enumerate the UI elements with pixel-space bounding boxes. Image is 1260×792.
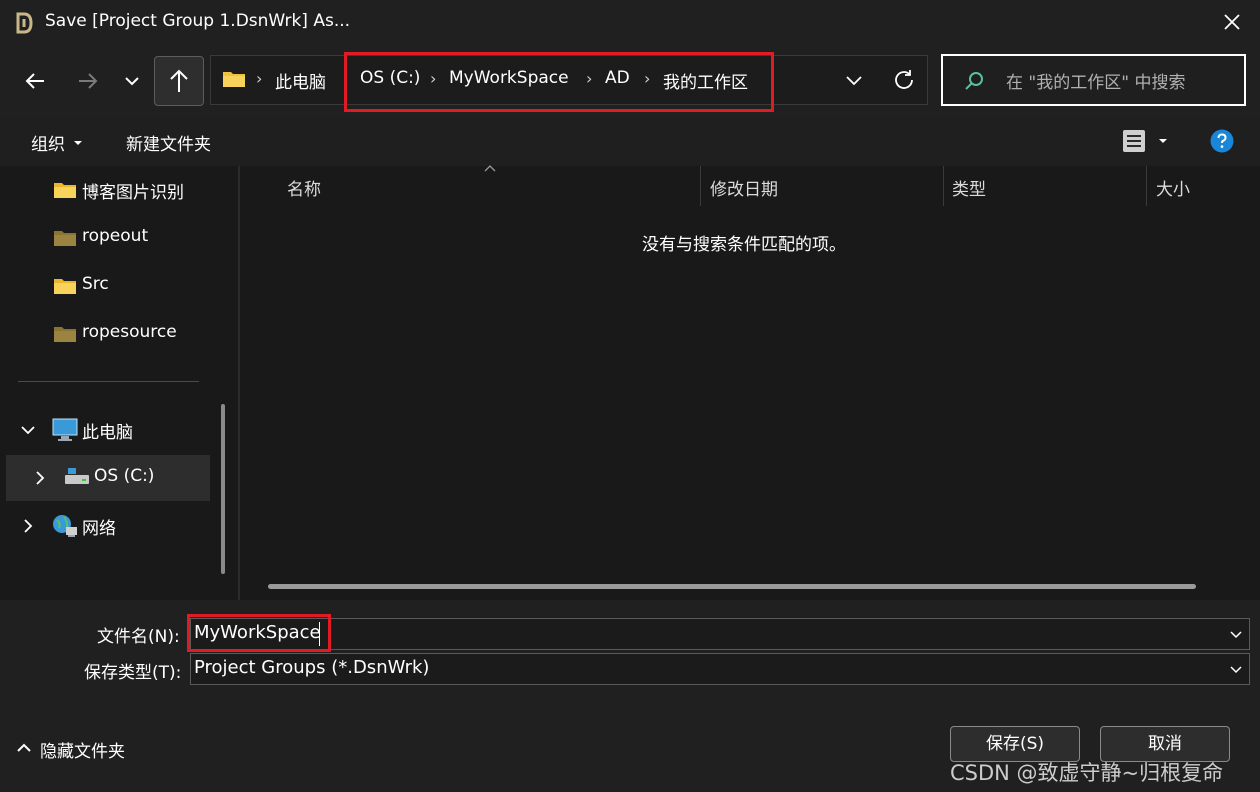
horizontal-scrollbar[interactable] [268, 584, 1196, 589]
column-header-type[interactable]: 类型 [952, 175, 986, 200]
search-placeholder: 在 "我的工作区" 中搜索 [1006, 73, 1186, 93]
view-options-button[interactable] [1121, 128, 1171, 154]
breadcrumb-separator-icon: › [256, 69, 263, 88]
sidebar-item-blog-images[interactable]: 博客图片识别 [82, 178, 184, 203]
filetype-label: 保存类型(T): [84, 663, 182, 683]
up-button[interactable] [154, 56, 204, 106]
column-header-size[interactable]: 大小 [1156, 175, 1190, 200]
empty-results-message: 没有与搜索条件匹配的项。 [642, 235, 846, 255]
chevron-right-icon [24, 519, 33, 533]
filename-input[interactable] [190, 618, 1250, 650]
refresh-button[interactable] [891, 67, 917, 93]
expand-this-pc-toggle[interactable] [18, 420, 38, 440]
network-icon [52, 514, 78, 538]
filetype-value: Project Groups (*.DsnWrk) [194, 657, 430, 678]
sidebar-item-ropeout[interactable]: ropeout [82, 226, 148, 246]
forward-button[interactable] [73, 66, 103, 96]
chevron-down-icon [125, 77, 139, 86]
close-window-button[interactable] [1216, 8, 1248, 38]
new-folder-button[interactable]: 新建文件夹 [126, 130, 211, 155]
column-separator[interactable] [700, 166, 701, 206]
filename-label: 文件名(N): [97, 627, 180, 647]
arrow-up-icon [170, 69, 188, 92]
sidebar-scrollbar[interactable] [221, 404, 225, 574]
chevron-down-icon [21, 426, 35, 435]
pane-splitter[interactable] [238, 166, 240, 600]
expand-network-toggle[interactable] [18, 516, 38, 536]
arrow-left-icon [25, 73, 44, 89]
drive-icon [64, 466, 90, 486]
sidebar-item-network[interactable]: 网络 [82, 514, 116, 539]
sidebar-item-drive-c[interactable]: OS (C:) [94, 466, 154, 486]
column-separator[interactable] [1146, 166, 1147, 206]
arrow-right-icon [79, 73, 98, 89]
folder-icon [53, 276, 77, 296]
sidebar-divider [18, 381, 199, 382]
chevron-down-icon [1230, 666, 1242, 674]
computer-icon [52, 418, 78, 442]
hide-folders-toggle[interactable]: 隐藏文件夹 [40, 737, 125, 762]
help-button[interactable] [1210, 129, 1234, 153]
path-highlight-box [344, 52, 774, 112]
chevron-up-icon [14, 740, 34, 756]
help-icon [1210, 129, 1234, 153]
address-history-button[interactable] [842, 68, 866, 94]
list-view-icon [1123, 130, 1167, 152]
chevron-right-icon [36, 471, 45, 485]
sidebar-item-ropesource[interactable]: ropesource [82, 322, 177, 342]
column-header-name[interactable]: 名称 [287, 175, 321, 200]
recent-locations-button[interactable] [120, 66, 144, 96]
search-icon [962, 69, 986, 93]
app-icon [14, 12, 34, 34]
window-title: Save [Project Group 1.DsnWrk] As... [45, 11, 351, 31]
folder-icon [53, 180, 77, 200]
filename-dropdown-button[interactable] [1226, 624, 1246, 644]
refresh-icon [895, 70, 913, 89]
chevron-down-icon [846, 76, 862, 86]
expand-drive-toggle[interactable] [30, 468, 50, 488]
folder-icon [222, 69, 246, 89]
column-header-date[interactable]: 修改日期 [710, 175, 778, 200]
column-separator[interactable] [943, 166, 944, 206]
filename-highlight-box [187, 614, 331, 652]
watermark-text: CSDN @致虚守静~归根复命 [950, 761, 1224, 785]
close-icon [1224, 14, 1240, 30]
chevron-down-icon [1230, 631, 1242, 639]
back-button[interactable] [20, 66, 50, 96]
organize-menu[interactable]: 组织 [31, 130, 65, 155]
sidebar-item-src[interactable]: Src [82, 274, 109, 294]
caret-down-icon [73, 139, 83, 147]
filetype-dropdown-button[interactable] [1226, 659, 1246, 679]
sort-ascending-icon [483, 164, 497, 174]
sidebar-item-this-pc[interactable]: 此电脑 [82, 418, 133, 443]
folder-icon [53, 228, 77, 248]
breadcrumb-this-pc[interactable]: 此电脑 [275, 68, 326, 93]
folder-icon [53, 324, 77, 344]
